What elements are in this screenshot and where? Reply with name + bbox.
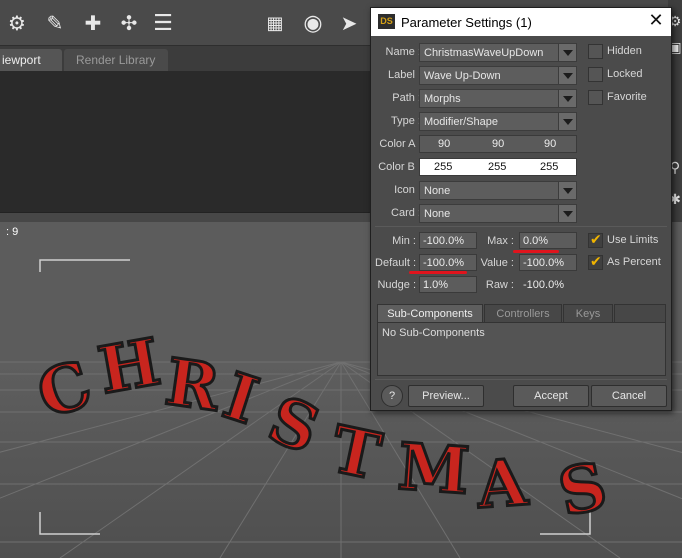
chevron-down-icon[interactable]	[558, 181, 577, 200]
locked-label: Locked	[607, 68, 643, 80]
help-icon: ?	[388, 390, 396, 402]
help-button[interactable]: ?	[381, 385, 403, 407]
parameter-settings-dialog: DS Parameter Settings (1) ✕ Name : Chris…	[370, 7, 672, 411]
navigate-icon[interactable]: ◉	[300, 10, 326, 36]
value-value: -100.0%	[523, 257, 564, 269]
hidden-label: Hidden	[607, 45, 642, 57]
favorite-checkbox[interactable]	[588, 90, 603, 105]
svg-text:M: M	[396, 430, 472, 510]
type-value: Modifier/Shape	[424, 116, 498, 128]
label-label: Label :	[387, 69, 421, 81]
dialog-titlebar[interactable]: DS Parameter Settings (1) ✕	[371, 8, 671, 36]
node-weight-brush-icon[interactable]: ✎	[42, 10, 68, 36]
svg-text:H: H	[93, 325, 166, 409]
daz-studio-logo: DS	[378, 14, 395, 29]
label-field[interactable]: Wave Up-Down	[419, 66, 577, 85]
tab-render-library[interactable]: Render Library	[64, 49, 168, 71]
raw-value-display: -100.0%	[519, 276, 577, 293]
hidden-checkbox[interactable]	[588, 44, 603, 59]
nudge-label: Nudge :	[377, 279, 416, 291]
raw-value: -100.0%	[523, 279, 564, 291]
sub-components-empty-text: No Sub-Components	[382, 327, 485, 339]
name-field[interactable]: ChristmasWaveUpDown	[419, 43, 577, 62]
close-icon: ✕	[648, 10, 664, 31]
section-divider	[375, 226, 667, 227]
color-b-g: 255	[488, 161, 507, 173]
pointer-icon[interactable]: ➤	[336, 10, 362, 36]
icon-label: Icon :	[394, 184, 421, 196]
min-value: -100.0%	[423, 235, 464, 247]
color-b-b: 255	[540, 161, 559, 173]
default-value: -100.0%	[423, 257, 464, 269]
path-value: Morphs	[424, 93, 461, 105]
tab-sub-components[interactable]: Sub-Components	[377, 304, 483, 323]
icon-select[interactable]: None	[419, 181, 577, 200]
card-label: Card :	[391, 207, 421, 219]
color-b-swatch[interactable]: 255 255 255	[419, 158, 577, 176]
path-field[interactable]: Morphs	[419, 89, 577, 108]
tab-keys[interactable]: Keys	[563, 304, 613, 323]
accept-button[interactable]: Accept	[513, 385, 589, 407]
chevron-down-icon[interactable]	[558, 43, 577, 62]
color-a-swatch[interactable]: 90 90 90	[419, 135, 577, 153]
grid-icon[interactable]: ▦	[262, 10, 288, 36]
align-icon[interactable]: ☰	[150, 10, 176, 36]
tab-filler	[614, 304, 666, 323]
default-label: Default :	[375, 257, 416, 269]
color-b-label: Color B :	[378, 161, 421, 173]
name-value: ChristmasWaveUpDown	[424, 47, 544, 59]
viewport-label: : 9	[6, 226, 19, 238]
icon-value: None	[424, 185, 451, 197]
raw-label: Raw :	[485, 279, 514, 291]
dialog-title: Parameter Settings (1)	[401, 15, 532, 30]
nudge-value: 1.0%	[423, 279, 449, 291]
type-label: Type :	[391, 115, 421, 127]
close-button[interactable]: ✕	[645, 11, 667, 33]
max-annotation-underline	[513, 250, 559, 253]
as-percent-checkbox[interactable]	[588, 254, 603, 270]
transform-icon[interactable]: ✣	[116, 10, 142, 36]
svg-text:A: A	[474, 445, 531, 523]
card-value: None	[424, 208, 451, 220]
max-label: Max :	[487, 235, 514, 247]
svg-text:R: R	[161, 345, 225, 427]
tab-controllers[interactable]: Controllers	[484, 304, 562, 323]
value-input[interactable]: -100.0%	[519, 254, 577, 271]
cancel-button[interactable]: Cancel	[591, 385, 667, 407]
default-annotation-underline	[409, 271, 467, 274]
use-limits-checkbox[interactable]	[588, 232, 603, 248]
name-label: Name :	[385, 46, 421, 58]
chevron-down-icon[interactable]	[558, 89, 577, 108]
min-label: Min :	[392, 235, 416, 247]
sub-components-panel: No Sub-Components	[377, 322, 666, 376]
color-a-g: 90	[492, 138, 505, 150]
color-b-r: 255	[434, 161, 453, 173]
color-a-label: Color A :	[379, 138, 421, 150]
label-value: Wave Up-Down	[424, 70, 501, 82]
as-percent-label: As Percent	[607, 256, 661, 268]
color-a-b: 90	[544, 138, 557, 150]
chevron-down-icon[interactable]	[558, 66, 577, 85]
footer-divider	[375, 379, 667, 380]
max-input[interactable]: 0.0%	[519, 232, 577, 249]
use-limits-label: Use Limits	[607, 234, 659, 246]
value-label: Value :	[480, 257, 514, 269]
chevron-down-icon[interactable]	[558, 112, 577, 131]
joint-tool-icon[interactable]: ⚙	[4, 10, 30, 36]
type-select[interactable]: Modifier/Shape	[419, 112, 577, 131]
color-a-r: 90	[438, 138, 451, 150]
locked-checkbox[interactable]	[588, 67, 603, 82]
chevron-down-icon[interactable]	[558, 204, 577, 223]
max-value: 0.0%	[523, 235, 549, 247]
favorite-label: Favorite	[607, 91, 647, 103]
geometry-editor-icon[interactable]: ✚	[80, 10, 106, 36]
preview-button[interactable]: Preview...	[408, 385, 484, 407]
path-label: Path :	[392, 92, 421, 104]
tab-viewport[interactable]: iewport	[0, 49, 62, 71]
card-select[interactable]: None	[419, 204, 577, 223]
